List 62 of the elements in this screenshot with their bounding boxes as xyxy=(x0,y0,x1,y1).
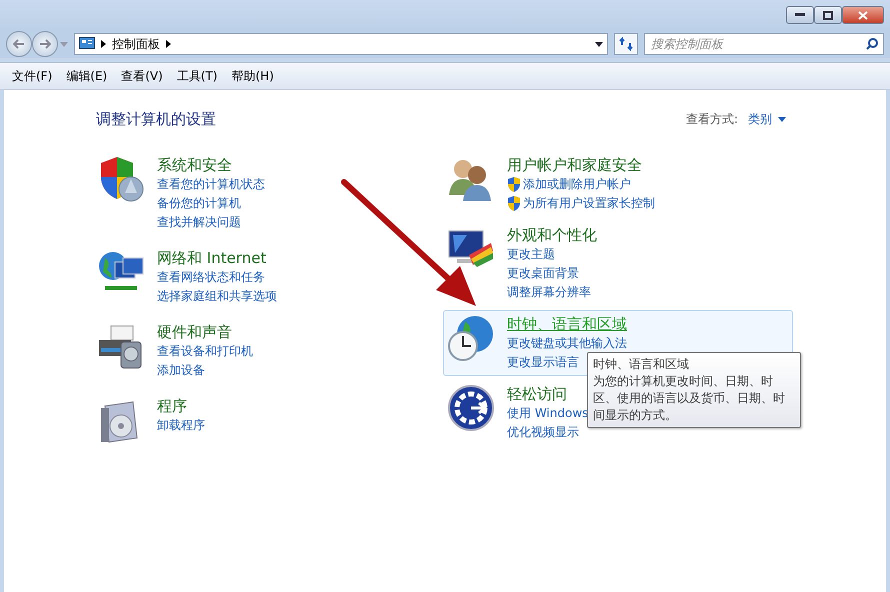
task-link[interactable]: 更改键盘或其他输入法 xyxy=(507,334,627,353)
view-by-dropdown[interactable]: 类别 xyxy=(748,111,786,128)
maximize-icon xyxy=(823,10,833,20)
category-title[interactable]: 系统和安全 xyxy=(157,155,265,175)
caret-icon xyxy=(778,117,786,122)
search-field[interactable]: 搜索控制面板 xyxy=(644,33,884,55)
menu-item[interactable]: 编辑(E) xyxy=(60,64,114,88)
ease-of-access-icon xyxy=(447,384,495,432)
address-bar[interactable]: 控制面板 xyxy=(74,33,608,55)
category[interactable]: 网络和 Internet 查看网络状态和任务 选择家庭组和共享选项 xyxy=(96,244,443,310)
category-title[interactable]: 网络和 Internet xyxy=(157,248,277,268)
refresh-button[interactable] xyxy=(614,33,638,55)
category[interactable]: 用户帐户和家庭安全 添加或删除用户帐户 为所有用户设置家长控制 xyxy=(443,151,793,217)
task-link[interactable]: 使用 Windows xyxy=(507,404,588,423)
menu-item[interactable]: 工具(T) xyxy=(170,64,224,88)
tooltip-text: 为您的计算机更改时间、日期、时区、使用的语言以及货币、日期、时间显示的方式。 xyxy=(593,373,786,424)
task-link[interactable]: 查看设备和打印机 xyxy=(157,342,253,361)
close-button[interactable] xyxy=(842,6,884,24)
task-link[interactable]: 调整屏幕分辨率 xyxy=(507,283,597,302)
control-panel-icon xyxy=(79,37,95,51)
forward-arrow-icon xyxy=(39,39,51,49)
task-link[interactable]: 添加设备 xyxy=(157,361,253,380)
category-title[interactable]: 外观和个性化 xyxy=(507,225,597,245)
globe-clock-icon xyxy=(447,314,495,362)
task-link[interactable]: 查看网络状态和任务 xyxy=(157,268,277,287)
task-link[interactable]: 为所有用户设置家长控制 xyxy=(507,194,655,213)
task-link[interactable]: 更改桌面背景 xyxy=(507,264,597,283)
menu-item[interactable]: 文件(F) xyxy=(6,64,58,88)
category[interactable]: 硬件和声音 查看设备和打印机 添加设备 xyxy=(96,318,443,384)
task-link[interactable]: 选择家庭组和共享选项 xyxy=(157,287,277,306)
menu-item[interactable]: 查看(V) xyxy=(115,64,169,88)
minimize-button[interactable] xyxy=(786,6,814,24)
page-heading: 调整计算机的设置 xyxy=(96,110,216,129)
tooltip-title: 时钟、语言和区域 xyxy=(593,356,690,373)
task-link[interactable]: 查看您的计算机状态 xyxy=(157,175,265,194)
category-title[interactable]: 硬件和声音 xyxy=(157,322,253,342)
task-link[interactable]: 卸载程序 xyxy=(157,416,205,435)
forward-button[interactable] xyxy=(32,31,58,57)
close-icon xyxy=(858,10,868,20)
breadcrumb-item[interactable]: 控制面板 xyxy=(112,36,160,52)
breadcrumb-arrow-icon[interactable] xyxy=(166,40,171,48)
category[interactable]: 外观和个性化 更改主题 更改桌面背景 调整屏幕分辨率 xyxy=(443,221,793,306)
task-link[interactable]: 备份您的计算机 xyxy=(157,194,265,213)
category[interactable]: 系统和安全 查看您的计算机状态 备份您的计算机 查找并解决问题 xyxy=(96,151,443,236)
back-button[interactable] xyxy=(6,31,32,57)
dropdown-caret-icon[interactable] xyxy=(595,42,603,46)
category[interactable]: 程序 卸载程序 xyxy=(96,392,443,448)
task-link[interactable]: 更改主题 xyxy=(507,245,597,264)
refresh-icon xyxy=(619,37,633,51)
category-title[interactable]: 轻松访问 xyxy=(507,384,588,404)
menu-item[interactable]: 帮助(H) xyxy=(226,64,280,88)
view-by-label: 查看方式: xyxy=(686,111,738,128)
task-link[interactable]: 查找并解决问题 xyxy=(157,213,265,232)
task-link[interactable]: 添加或删除用户帐户 xyxy=(507,175,655,194)
breadcrumb-arrow-icon[interactable] xyxy=(101,40,106,48)
back-arrow-icon xyxy=(13,39,25,49)
category-title[interactable]: 程序 xyxy=(157,396,205,416)
maximize-button[interactable] xyxy=(814,6,842,24)
task-link[interactable]: 优化视频显示 xyxy=(507,423,588,442)
category-title[interactable]: 用户帐户和家庭安全 xyxy=(507,155,655,175)
minimize-icon xyxy=(795,13,805,17)
search-icon[interactable] xyxy=(866,38,878,50)
